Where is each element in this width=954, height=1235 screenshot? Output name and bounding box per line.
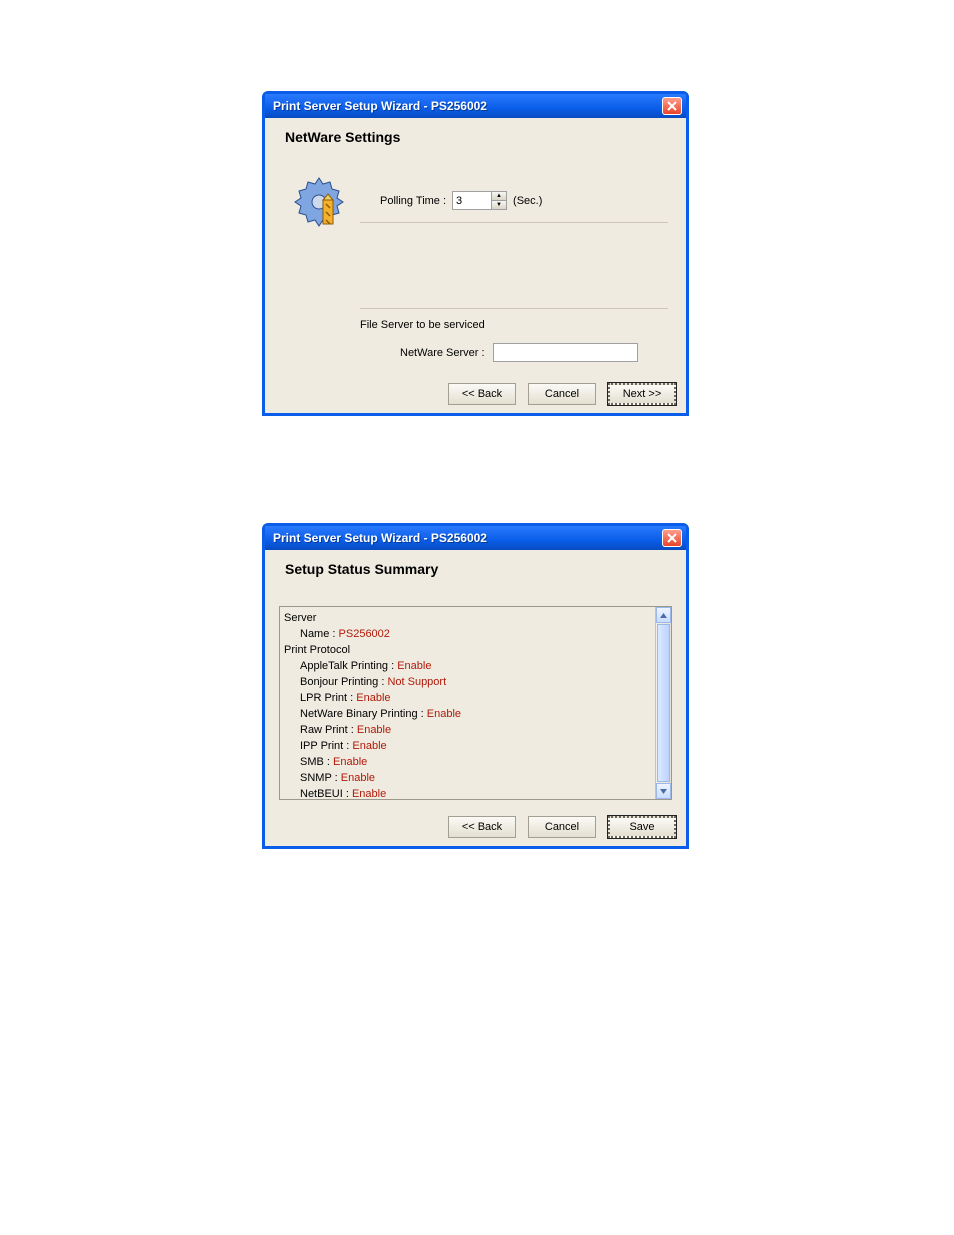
- summary-protocol-label: IPP Print :: [300, 740, 352, 752]
- summary-protocol-row: Bonjour Printing : Not Support: [284, 674, 651, 690]
- cancel-button[interactable]: Cancel: [528, 383, 596, 405]
- summary-protocol-row: SNMP : Enable: [284, 770, 651, 786]
- summary-protocol-row: SMB : Enable: [284, 754, 651, 770]
- chevron-up-icon: [660, 613, 667, 618]
- summary-protocol-label: NetWare Binary Printing :: [300, 708, 427, 720]
- spinner-controls: ▲ ▼: [491, 192, 506, 209]
- polling-time-spinner[interactable]: ▲ ▼: [452, 191, 507, 210]
- summary-protocol-value: Enable: [397, 660, 431, 672]
- polling-time-unit: (Sec.): [513, 195, 542, 207]
- polling-time-label: Polling Time :: [380, 195, 446, 207]
- wizard-dialog-summary: Print Server Setup Wizard - PS256002 Set…: [262, 523, 689, 849]
- settings-gear-icon: [293, 176, 345, 228]
- summary-protocol-row: LPR Print : Enable: [284, 690, 651, 706]
- summary-name-value: PS256002: [339, 628, 390, 640]
- vertical-scrollbar[interactable]: [655, 607, 671, 799]
- summary-list-box: Server Name : PS256002 Print Protocol Ap…: [279, 606, 672, 800]
- summary-protocol-value: Not Support: [387, 676, 446, 688]
- summary-protocol-label: Raw Print :: [300, 724, 357, 736]
- cancel-button[interactable]: Cancel: [528, 816, 596, 838]
- summary-protocol-label: AppleTalk Printing :: [300, 660, 397, 672]
- summary-protocol-label: NetBEUI :: [300, 788, 352, 799]
- netware-server-label: NetWare Server :: [400, 347, 485, 359]
- summary-protocol-value: Enable: [352, 788, 386, 799]
- summary-protocol-row: NetBEUI : Enable: [284, 786, 651, 799]
- section-heading: NetWare Settings: [265, 118, 686, 145]
- summary-protocol-value: Enable: [356, 692, 390, 704]
- chevron-down-icon: [660, 789, 667, 794]
- summary-protocol-value: Enable: [341, 772, 375, 784]
- titlebar: Print Server Setup Wizard - PS256002: [265, 526, 686, 550]
- dialog-content: Setup Status Summary Server Name : PS256…: [265, 550, 686, 846]
- summary-protocol-label: LPR Print :: [300, 692, 356, 704]
- scroll-up-button[interactable]: [656, 607, 671, 623]
- close-icon: [667, 101, 677, 111]
- summary-protocol-row: IPP Print : Enable: [284, 738, 651, 754]
- netware-server-input[interactable]: [493, 343, 638, 362]
- button-bar: << Back Cancel Next >>: [448, 383, 676, 405]
- file-server-section: File Server to be serviced NetWare Serve…: [360, 308, 668, 362]
- summary-protocol-row: NetWare Binary Printing : Enable: [284, 706, 651, 722]
- dialog-content: NetWare Settings Polling Time : ▲: [265, 118, 686, 413]
- summary-protocol-value: Enable: [333, 756, 367, 768]
- summary-protocol-label: Bonjour Printing :: [300, 676, 387, 688]
- summary-protocol-value: Enable: [357, 724, 391, 736]
- summary-protocol-row: Raw Print : Enable: [284, 722, 651, 738]
- scroll-thumb[interactable]: [657, 624, 670, 782]
- section-heading: Setup Status Summary: [265, 550, 686, 577]
- spinner-down-button[interactable]: ▼: [492, 201, 506, 209]
- spinner-up-button[interactable]: ▲: [492, 192, 506, 201]
- close-icon: [667, 533, 677, 543]
- polling-time-input[interactable]: [453, 192, 491, 209]
- summary-protocol-row: AppleTalk Printing : Enable: [284, 658, 651, 674]
- back-button[interactable]: << Back: [448, 816, 516, 838]
- save-button[interactable]: Save: [608, 816, 676, 838]
- summary-protocol-value: Enable: [427, 708, 461, 720]
- polling-time-row: Polling Time : ▲ ▼ (Sec.): [360, 176, 668, 223]
- summary-list: Server Name : PS256002 Print Protocol Ap…: [280, 607, 655, 799]
- summary-header-protocol: Print Protocol: [284, 642, 651, 658]
- netware-server-row: NetWare Server :: [360, 343, 668, 362]
- summary-name-label: Name :: [300, 628, 335, 640]
- summary-name-row: Name : PS256002: [284, 626, 651, 642]
- titlebar: Print Server Setup Wizard - PS256002: [265, 94, 686, 118]
- file-server-header: File Server to be serviced: [360, 319, 668, 331]
- button-bar: << Back Cancel Save: [448, 816, 676, 838]
- summary-protocol-label: SMB :: [300, 756, 333, 768]
- summary-protocol-value: Enable: [352, 740, 386, 752]
- close-button[interactable]: [662, 529, 682, 547]
- window-title: Print Server Setup Wizard - PS256002: [273, 531, 487, 545]
- scroll-down-button[interactable]: [656, 783, 671, 799]
- window-title: Print Server Setup Wizard - PS256002: [273, 99, 487, 113]
- summary-header-server: Server: [284, 610, 651, 626]
- wizard-dialog-netware: Print Server Setup Wizard - PS256002 Net…: [262, 91, 689, 416]
- close-button[interactable]: [662, 97, 682, 115]
- summary-protocol-label: SNMP :: [300, 772, 341, 784]
- form-area: Polling Time : ▲ ▼ (Sec.) File Server to…: [360, 176, 668, 362]
- next-button[interactable]: Next >>: [608, 383, 676, 405]
- back-button[interactable]: << Back: [448, 383, 516, 405]
